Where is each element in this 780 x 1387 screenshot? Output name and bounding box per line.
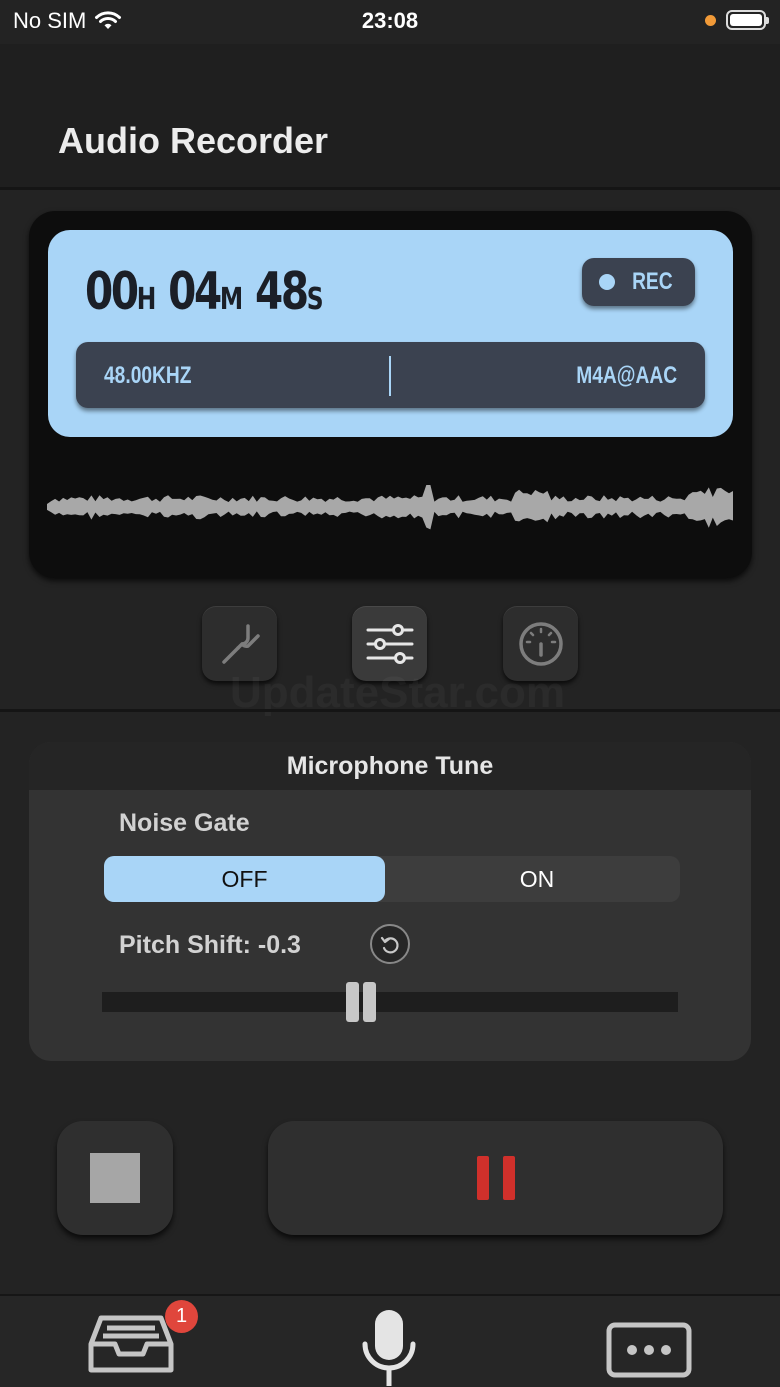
waveform [47, 485, 733, 530]
microphone-tune-panel: Microphone Tune Noise Gate OFF ON Pitch … [29, 742, 751, 1061]
timer-hours-unit: H [136, 282, 157, 317]
timer-seconds: 48 [254, 262, 309, 322]
timer-seconds-unit: S [306, 282, 324, 317]
more-icon [606, 1322, 692, 1378]
rec-label: REC [632, 268, 673, 295]
tab-more[interactable] [606, 1322, 692, 1383]
elapsed-timer: 00H 04M 48S [85, 262, 324, 322]
tab-bar [0, 1294, 780, 1387]
undo-icon [380, 936, 399, 954]
navigation-header: Audio Recorder [0, 44, 780, 190]
timer-minutes-unit: M [219, 282, 244, 317]
noise-gate-label: Noise Gate [119, 809, 250, 837]
tab-recordings[interactable] [87, 1312, 175, 1381]
pitch-shift-label: Pitch Shift: -0.3 [119, 931, 301, 959]
tuning-fork-icon [221, 623, 260, 664]
stop-button[interactable] [57, 1121, 173, 1235]
noise-gate-off-option[interactable]: OFF [104, 856, 385, 902]
pause-icon [476, 1156, 489, 1200]
mic-in-use-indicator [705, 14, 716, 26]
record-dot-icon [599, 274, 616, 290]
section-divider [0, 709, 780, 712]
battery-icon [726, 10, 769, 30]
pause-button[interactable] [268, 1121, 723, 1235]
timer-minutes: 04 [168, 262, 222, 322]
sample-rate: 48.00KHZ [104, 362, 192, 389]
tune-panel-title: Microphone Tune [29, 742, 751, 790]
pitch-reset-button[interactable] [370, 924, 410, 964]
inbox-icon [88, 1315, 174, 1373]
microphone-icon [362, 1310, 416, 1386]
timer-hours: 00 [85, 262, 139, 322]
pitch-shift-slider[interactable] [102, 992, 678, 1012]
status-right [705, 10, 769, 30]
noise-gate-on-option[interactable]: ON [394, 856, 680, 902]
tab-record[interactable] [359, 1308, 419, 1387]
clock: 23:08 [361, 8, 419, 33]
inbox-badge: 1 [165, 1300, 198, 1333]
status-bar: No SIM 23:08 [0, 0, 780, 44]
stop-icon [90, 1153, 140, 1203]
audio-format: M4A@AAC [576, 362, 677, 389]
page-title: Audio Recorder [58, 120, 329, 161]
noise-gate-toggle: OFF ON [104, 856, 680, 902]
info-divider [389, 356, 391, 396]
format-info-bar: 48.00KHZ M4A@AAC [76, 342, 705, 408]
rec-indicator-button[interactable]: REC [582, 258, 695, 306]
gauge-icon [518, 621, 563, 666]
pitch-slider-thumb[interactable] [344, 982, 378, 1022]
equalizer-sliders-icon [366, 623, 413, 664]
